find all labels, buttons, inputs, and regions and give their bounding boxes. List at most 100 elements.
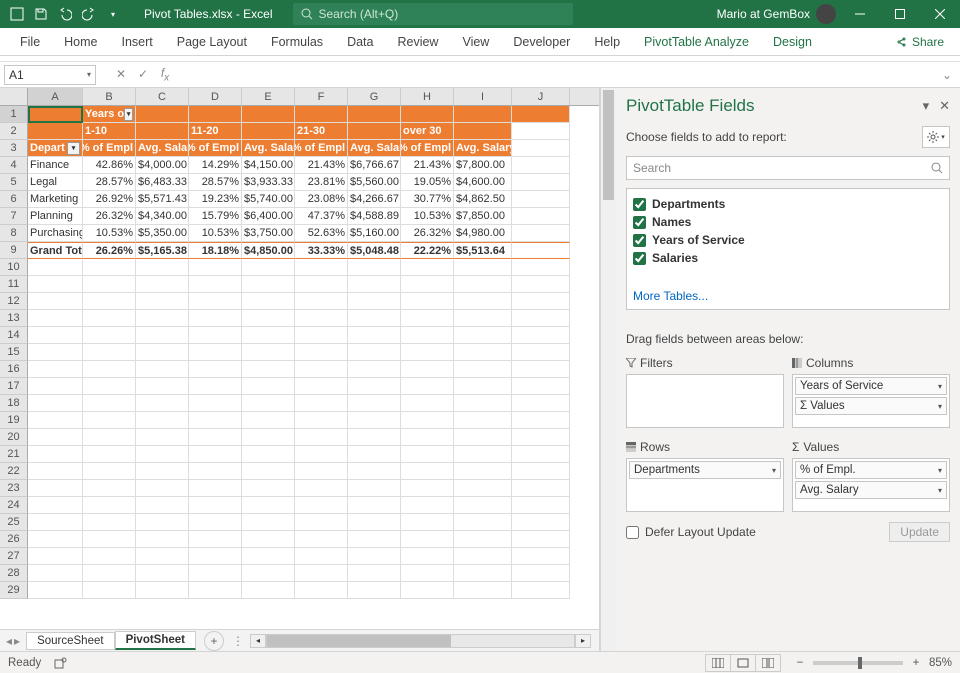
cell[interactable] [348,531,401,548]
cell[interactable] [242,276,295,293]
update-button[interactable]: Update [889,522,950,542]
field-names[interactable]: Names [633,213,943,231]
cell[interactable]: $3,933.33 [242,174,295,191]
cell[interactable] [136,293,189,310]
cell[interactable] [401,480,454,497]
cell[interactable]: 23.81% [295,174,348,191]
cell[interactable]: $6,483.33 [136,174,189,191]
cell[interactable]: Planning [28,208,83,225]
cell[interactable] [295,106,348,123]
cell[interactable]: $4,150.00 [242,157,295,174]
column-header-E[interactable]: E [242,88,295,105]
cell[interactable] [189,548,242,565]
cell[interactable] [242,310,295,327]
cell[interactable] [242,497,295,514]
cell[interactable] [512,123,570,140]
cell[interactable] [136,361,189,378]
cell[interactable] [189,378,242,395]
cell[interactable] [454,327,512,344]
cell[interactable] [242,446,295,463]
cell[interactable] [512,395,570,412]
cell[interactable] [83,480,136,497]
cell[interactable] [295,514,348,531]
cell[interactable] [348,361,401,378]
field-salaries[interactable]: Salaries [633,249,943,267]
cell[interactable]: Avg. Salary [454,140,512,157]
cell[interactable] [295,497,348,514]
cell[interactable] [512,446,570,463]
cell[interactable] [348,276,401,293]
tab-page-layout[interactable]: Page Layout [165,28,259,55]
cell[interactable]: $6,400.00 [242,208,295,225]
cell[interactable] [512,106,570,123]
cell[interactable] [295,361,348,378]
row-header-27[interactable]: 27 [0,548,28,565]
column-header-B[interactable]: B [83,88,136,105]
cell[interactable] [189,497,242,514]
cell[interactable] [189,327,242,344]
cell[interactable] [401,361,454,378]
cell[interactable]: $4,266.67 [348,191,401,208]
add-sheet-button[interactable]: + [204,631,224,651]
cell[interactable] [401,378,454,395]
minimize-button[interactable] [840,0,880,28]
column-header-I[interactable]: I [454,88,512,105]
cell[interactable] [83,565,136,582]
cell[interactable] [28,565,83,582]
cell[interactable] [83,497,136,514]
cell[interactable]: % of Empl [83,140,136,157]
tab-view[interactable]: View [450,28,501,55]
cell[interactable] [189,259,242,276]
cell[interactable] [295,429,348,446]
cell[interactable] [512,548,570,565]
cell[interactable] [28,106,83,123]
row-header-10[interactable]: 10 [0,259,28,276]
cell[interactable] [28,429,83,446]
cell[interactable] [295,463,348,480]
field-checkbox[interactable] [633,252,646,265]
tab-help[interactable]: Help [582,28,632,55]
cell[interactable]: 26.32% [401,225,454,242]
qat-customize[interactable]: ▾ [102,3,124,25]
cell[interactable] [512,208,570,225]
cell[interactable] [83,514,136,531]
tab-design[interactable]: Design [761,28,824,55]
cell[interactable] [512,157,570,174]
cell[interactable] [242,412,295,429]
cell[interactable] [295,395,348,412]
cell[interactable]: 28.57% [189,174,242,191]
tab-home[interactable]: Home [52,28,109,55]
cell[interactable] [83,429,136,446]
filter-dropdown[interactable]: ▾ [67,142,80,155]
cell[interactable]: Finance [28,157,83,174]
cell[interactable] [348,412,401,429]
cell[interactable] [136,582,189,599]
account-button[interactable]: Mario at GemBox [717,4,840,24]
vertical-scrollbar[interactable] [600,88,616,651]
cell[interactable] [512,412,570,429]
cell[interactable] [454,106,512,123]
scroll-right[interactable]: ▸ [575,634,591,648]
select-all-corner[interactable] [0,88,28,105]
cell[interactable] [512,565,570,582]
cell[interactable]: $5,048.48 [348,242,401,259]
cell[interactable]: 10.53% [189,225,242,242]
cell[interactable] [136,395,189,412]
cell[interactable] [136,531,189,548]
cell[interactable]: $4,980.00 [454,225,512,242]
cell[interactable] [348,327,401,344]
cell[interactable] [401,548,454,565]
cell[interactable]: 19.05% [401,174,454,191]
cell[interactable]: 10.53% [401,208,454,225]
tab-data[interactable]: Data [335,28,385,55]
cell[interactable] [348,344,401,361]
cell[interactable]: 21.43% [401,157,454,174]
cell[interactable] [242,293,295,310]
row-header-26[interactable]: 26 [0,531,28,548]
autosave-toggle[interactable] [6,3,28,25]
cell[interactable]: 47.37% [295,208,348,225]
cell[interactable] [28,514,83,531]
sheet-tab-pivotsheet[interactable]: PivotSheet [115,631,196,650]
cell[interactable] [348,429,401,446]
cell[interactable]: 26.92% [83,191,136,208]
